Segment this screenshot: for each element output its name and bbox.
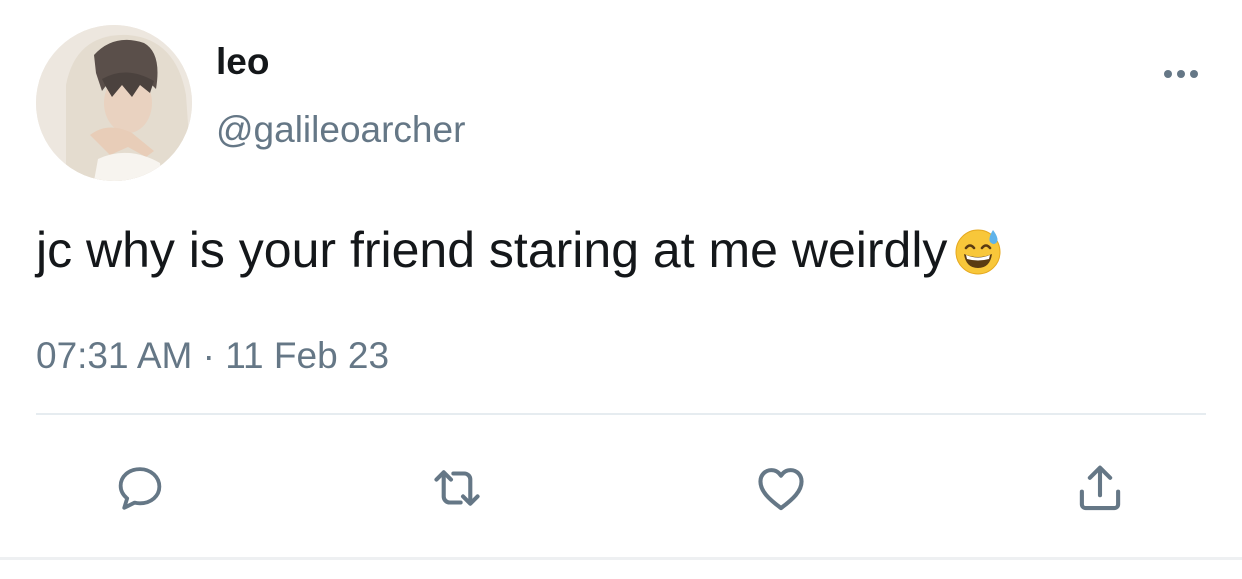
display-name[interactable]: leo: [216, 40, 269, 84]
avatar-image: [36, 25, 192, 181]
share-icon: [1079, 465, 1121, 511]
user-handle[interactable]: @galileoarcher: [216, 108, 465, 152]
tweet-card: leo @galileoarcher jc why is your friend…: [0, 0, 1242, 579]
reply-button[interactable]: [110, 458, 170, 518]
tweet-text: jc why is your friend staring at me weir…: [36, 222, 948, 278]
avatar[interactable]: [36, 25, 192, 181]
bottom-divider: [0, 557, 1242, 560]
more-horizontal-icon[interactable]: [1154, 58, 1208, 90]
share-button[interactable]: [1070, 458, 1130, 518]
retweet-icon: [434, 470, 480, 506]
divider: [36, 413, 1206, 415]
retweet-button[interactable]: [427, 458, 487, 518]
reply-icon: [118, 467, 162, 510]
grinning-face-with-sweat-icon: [955, 229, 1001, 275]
tweet-text-row: jc why is your friend staring at me weir…: [36, 220, 1003, 280]
heart-icon: [758, 468, 804, 511]
like-button[interactable]: [751, 458, 811, 518]
tweet-timestamp[interactable]: 07:31 AM · 11 Feb 23: [36, 334, 389, 378]
